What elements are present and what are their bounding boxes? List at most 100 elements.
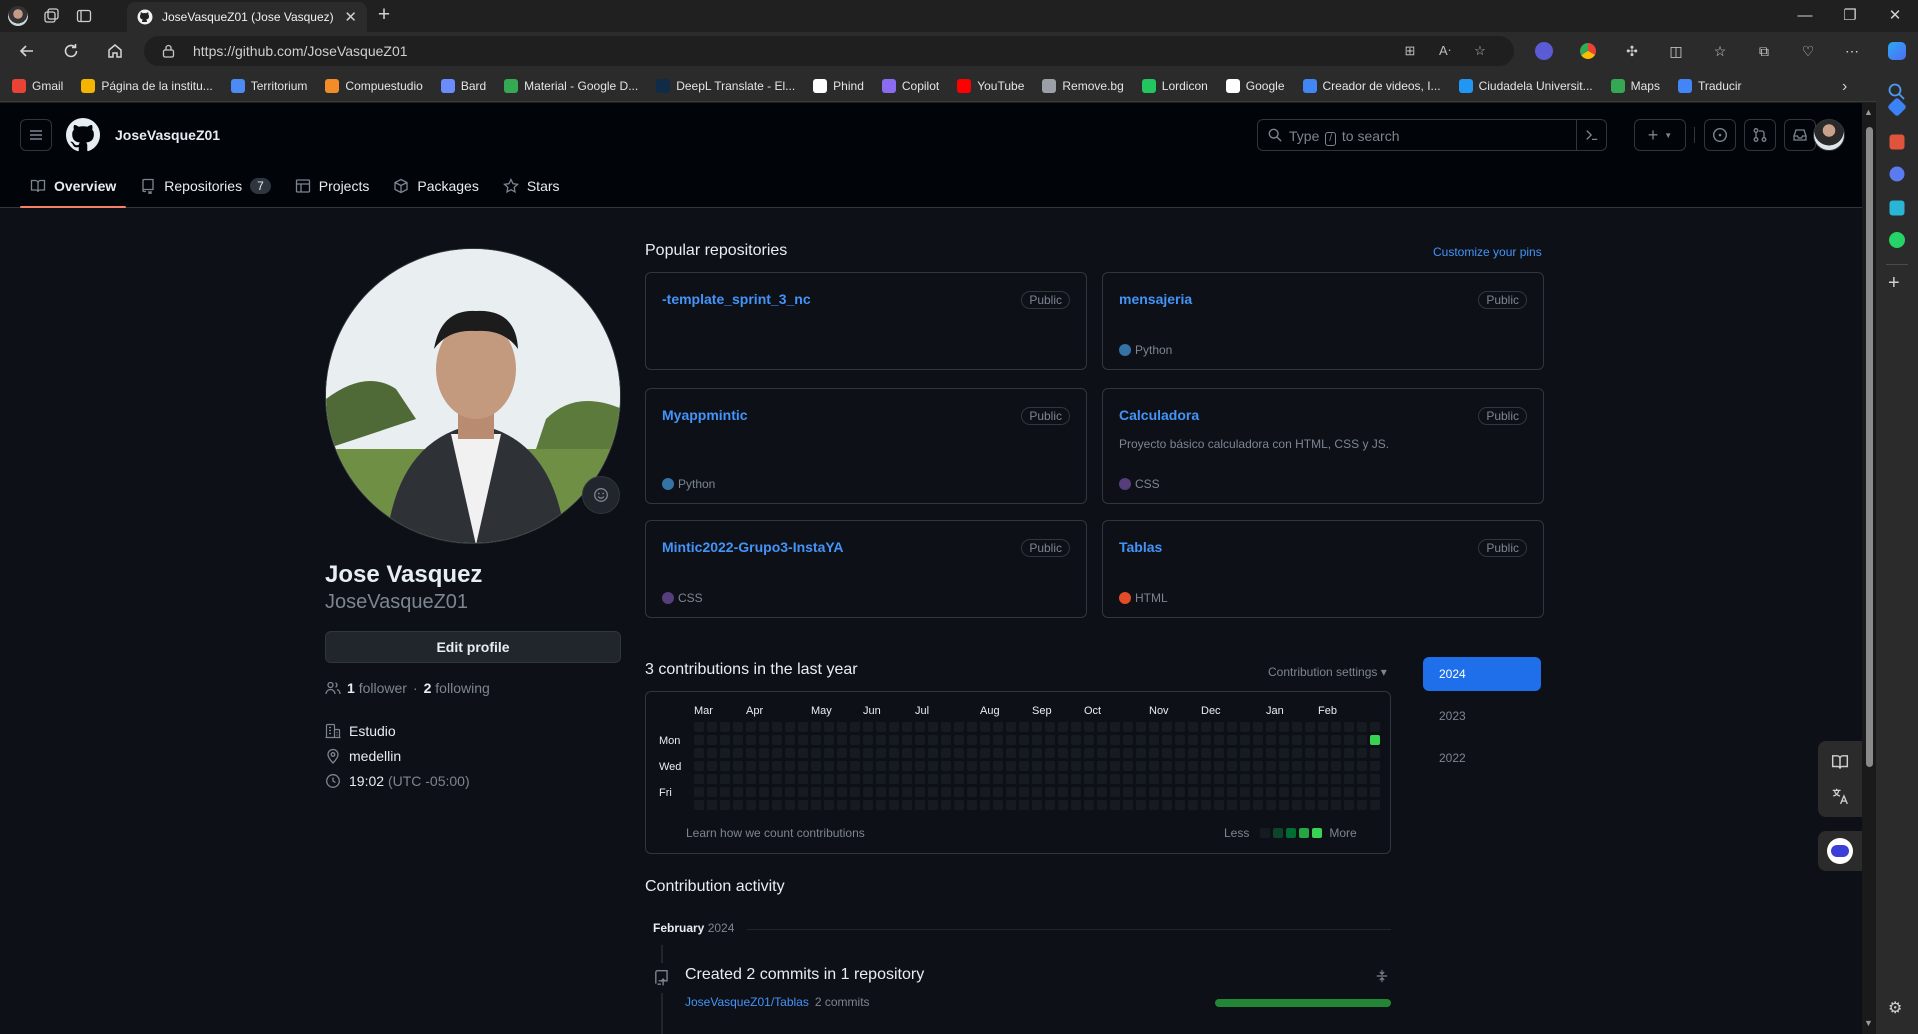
- contribution-day-cell[interactable]: [1331, 748, 1341, 758]
- bookmark-item[interactable]: Material - Google D...: [504, 78, 638, 93]
- bookmark-item[interactable]: Bard: [440, 78, 486, 93]
- contribution-day-cell[interactable]: [1292, 735, 1302, 745]
- contribution-day-cell[interactable]: [1019, 774, 1029, 784]
- contribution-day-cell[interactable]: [967, 761, 977, 771]
- year-filter-2022[interactable]: 2022: [1423, 741, 1541, 775]
- profile-avatar[interactable]: [325, 248, 621, 544]
- bookmark-item[interactable]: Traducir: [1677, 78, 1742, 93]
- contribution-day-cell[interactable]: [707, 774, 717, 784]
- contribution-day-cell[interactable]: [1227, 748, 1237, 758]
- contribution-day-cell[interactable]: [746, 748, 756, 758]
- contribution-day-cell[interactable]: [915, 735, 925, 745]
- contribution-day-cell[interactable]: [902, 774, 912, 784]
- contribution-day-cell[interactable]: [1201, 748, 1211, 758]
- contribution-day-cell[interactable]: [1266, 722, 1276, 732]
- contribution-day-cell[interactable]: [1292, 774, 1302, 784]
- contribution-day-cell[interactable]: [1253, 722, 1263, 732]
- contribution-day-cell[interactable]: [1097, 722, 1107, 732]
- contribution-day-cell[interactable]: [850, 722, 860, 732]
- github-logo-icon[interactable]: [66, 118, 100, 152]
- contribution-day-cell[interactable]: [1123, 787, 1133, 797]
- contribution-day-cell[interactable]: [1357, 774, 1367, 784]
- contribution-day-cell[interactable]: [720, 722, 730, 732]
- contribution-day-cell[interactable]: [1123, 761, 1133, 771]
- contribution-day-cell[interactable]: [746, 735, 756, 745]
- contribution-day-cell[interactable]: [863, 761, 873, 771]
- games-icon[interactable]: [1889, 166, 1905, 182]
- reading-view-icon[interactable]: [1831, 753, 1849, 771]
- contribution-day-cell[interactable]: [889, 787, 899, 797]
- contribution-day-cell[interactable]: [1227, 735, 1237, 745]
- contribution-day-cell[interactable]: [902, 735, 912, 745]
- customize-pins-link[interactable]: Customize your pins: [1433, 245, 1542, 259]
- contribution-day-cell[interactable]: [1045, 787, 1055, 797]
- contribution-day-cell[interactable]: [967, 787, 977, 797]
- edit-profile-button[interactable]: Edit profile: [325, 631, 621, 663]
- address-bar[interactable]: https://github.com/JoseVasqueZ01 ⊞ Aᐧ ☆: [144, 36, 1514, 66]
- contribution-day-cell[interactable]: [876, 787, 886, 797]
- profile-icon[interactable]: [6, 4, 30, 28]
- contribution-day-cell[interactable]: [1097, 735, 1107, 745]
- contribution-day-cell[interactable]: [902, 787, 912, 797]
- favorite-star-icon[interactable]: ☆: [1471, 43, 1489, 61]
- contribution-day-cell[interactable]: [902, 722, 912, 732]
- contribution-day-cell[interactable]: [1266, 800, 1276, 810]
- contribution-day-cell[interactable]: [1266, 761, 1276, 771]
- contribution-day-cell[interactable]: [707, 787, 717, 797]
- contribution-day-cell[interactable]: [1331, 774, 1341, 784]
- minimize-button[interactable]: —: [1787, 4, 1823, 28]
- contribution-day-cell[interactable]: [1357, 761, 1367, 771]
- contribution-day-cell[interactable]: [1149, 800, 1159, 810]
- contribution-day-cell[interactable]: [1292, 748, 1302, 758]
- contribution-day-cell[interactable]: [1006, 748, 1016, 758]
- contribution-day-cell[interactable]: [1305, 761, 1315, 771]
- contribution-day-cell[interactable]: [1045, 800, 1055, 810]
- scroll-up-icon[interactable]: ▲: [1864, 107, 1873, 117]
- contribution-day-cell[interactable]: [785, 735, 795, 745]
- contribution-day-cell[interactable]: [980, 800, 990, 810]
- contribution-day-cell[interactable]: [733, 787, 743, 797]
- contribution-day-cell[interactable]: [746, 800, 756, 810]
- contribution-day-cell[interactable]: [1136, 748, 1146, 758]
- read-aloud-icon[interactable]: Aᐧ: [1436, 43, 1454, 61]
- contribution-day-cell[interactable]: [811, 761, 821, 771]
- split-screen-icon[interactable]: ◫: [1666, 41, 1686, 61]
- contribution-day-cell[interactable]: [1071, 774, 1081, 784]
- repo-name-link[interactable]: mensajeria: [1119, 291, 1192, 307]
- tools-icon[interactable]: [1889, 134, 1905, 150]
- contribution-day-cell[interactable]: [954, 787, 964, 797]
- contribution-day-cell[interactable]: [1357, 787, 1367, 797]
- inbox-button[interactable]: [1784, 119, 1816, 151]
- collections-icon[interactable]: ⧉: [1754, 41, 1774, 61]
- contribution-day-cell[interactable]: [1032, 748, 1042, 758]
- contribution-day-cell[interactable]: [811, 787, 821, 797]
- contribution-day-cell[interactable]: [811, 748, 821, 758]
- contribution-day-cell[interactable]: [798, 722, 808, 732]
- contribution-day-cell[interactable]: [1318, 774, 1328, 784]
- contribution-day-cell[interactable]: [694, 722, 704, 732]
- contribution-day-cell[interactable]: [967, 774, 977, 784]
- contribution-day-cell[interactable]: [1058, 761, 1068, 771]
- contribution-day-cell[interactable]: [889, 774, 899, 784]
- refresh-button[interactable]: [56, 37, 86, 65]
- contribution-day-cell[interactable]: [1370, 735, 1380, 745]
- contribution-day-cell[interactable]: [733, 774, 743, 784]
- contribution-day-cell[interactable]: [707, 748, 717, 758]
- more-menu-icon[interactable]: ⋯: [1842, 41, 1862, 61]
- contribution-day-cell[interactable]: [746, 722, 756, 732]
- following-link[interactable]: 2 following: [424, 680, 490, 696]
- contribution-day-cell[interactable]: [798, 735, 808, 745]
- contribution-day-cell[interactable]: [954, 800, 964, 810]
- copilot-extension-icon[interactable]: [1534, 41, 1554, 61]
- contribution-day-cell[interactable]: [1175, 735, 1185, 745]
- contribution-day-cell[interactable]: [980, 748, 990, 758]
- app-available-icon[interactable]: ⊞: [1401, 43, 1419, 61]
- contribution-day-cell[interactable]: [707, 761, 717, 771]
- contribution-day-cell[interactable]: [1110, 748, 1120, 758]
- contribution-day-cell[interactable]: [1032, 735, 1042, 745]
- contribution-day-cell[interactable]: [954, 735, 964, 745]
- contribution-day-cell[interactable]: [1019, 722, 1029, 732]
- contribution-day-cell[interactable]: [980, 761, 990, 771]
- commit-summary[interactable]: Created 2 commits in 1 repository: [685, 966, 924, 984]
- contribution-day-cell[interactable]: [1305, 735, 1315, 745]
